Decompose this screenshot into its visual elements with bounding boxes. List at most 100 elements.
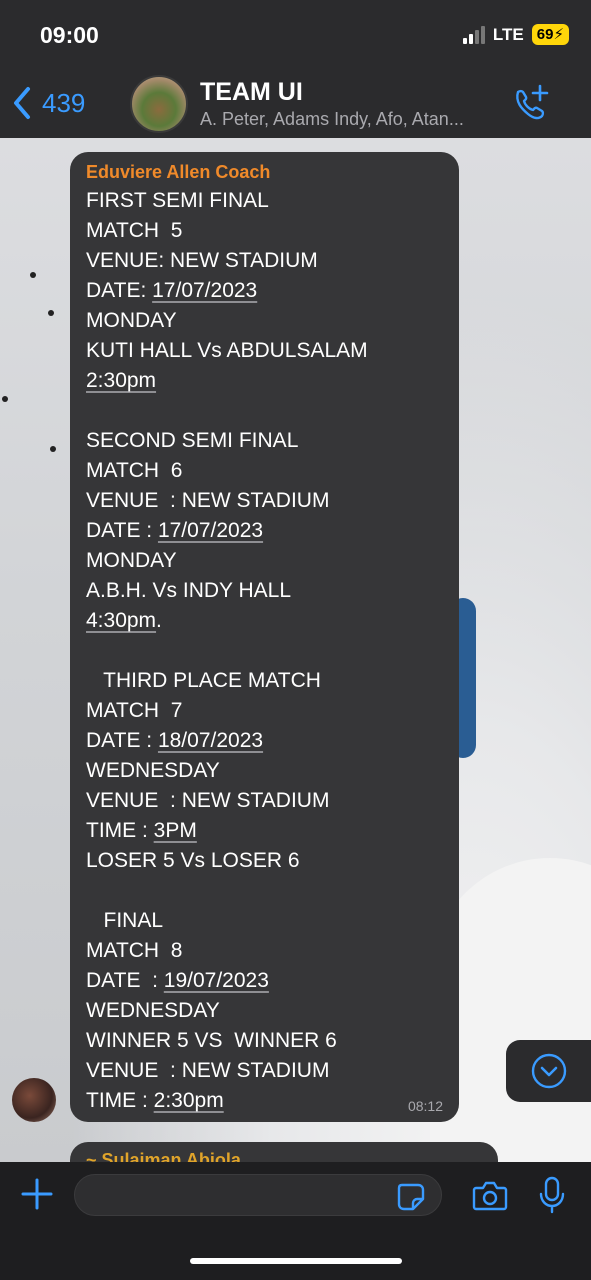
message-text: VENUE : NEW STADIUM: [86, 489, 330, 512]
group-title[interactable]: TEAM UI: [200, 78, 303, 107]
sender-avatar[interactable]: [12, 1078, 56, 1122]
message-link[interactable]: 2:30pm: [154, 1089, 224, 1112]
message-time: 08:12: [407, 1098, 443, 1114]
message-line: MATCH 5: [86, 216, 443, 246]
message-text: FIRST SEMI FINAL: [86, 189, 269, 212]
message-text: LOSER 5 Vs LOSER 6: [86, 849, 300, 872]
message-text: A.B.H. Vs INDY HALL: [86, 579, 292, 602]
message-bubble[interactable]: Eduviere Allen Coach FIRST SEMI FINAL MAT…: [70, 152, 459, 1122]
message-composer: [0, 1162, 591, 1280]
message-text: WEDNESDAY: [86, 759, 220, 782]
message-text: DATE :: [86, 969, 164, 992]
message-text: MATCH 6: [86, 459, 183, 482]
network-label: LTE: [492, 24, 524, 44]
message-link[interactable]: 19/07/2023: [164, 969, 269, 992]
chat-header: 09:00 LTE 69⚡ 439 TEAM UI A. Peter, Adam…: [0, 0, 591, 138]
message-text: .: [156, 609, 162, 632]
message-line: TIME : 2:30pm: [86, 1086, 443, 1116]
plus-icon: [21, 1178, 53, 1210]
voice-button[interactable]: [538, 1176, 566, 1219]
chevron-left-icon: [14, 87, 30, 119]
message-line: 4:30pm.: [86, 606, 443, 636]
group-members[interactable]: A. Peter, Adams Indy, Afo, Atan...: [200, 109, 492, 130]
wallpaper-detail: [2, 396, 8, 402]
message-line: DATE : 19/07/2023: [86, 966, 443, 996]
message-text: FINAL: [86, 909, 164, 932]
add-call-button[interactable]: [510, 84, 550, 129]
message-line: VENUE : NEW STADIUM: [86, 786, 443, 816]
sticker-icon: [397, 1183, 425, 1211]
message-line: DATE : 18/07/2023: [86, 726, 443, 756]
message-link[interactable]: 18/07/2023: [158, 729, 263, 752]
message-text: WEDNESDAY: [86, 999, 220, 1022]
message-line: VENUE : NEW STADIUM: [86, 1056, 443, 1086]
camera-icon: [472, 1181, 508, 1211]
message-link[interactable]: 17/07/2023: [158, 519, 263, 542]
message-line: VENUE: NEW STADIUM: [86, 246, 443, 276]
message-line: WEDNESDAY: [86, 756, 443, 786]
message-text: KUTI HALL Vs ABDULSALAM: [86, 339, 368, 362]
message-line: DATE : 17/07/2023: [86, 516, 443, 546]
message-line: VENUE : NEW STADIUM: [86, 486, 443, 516]
message-line: KUTI HALL Vs ABDULSALAM: [86, 336, 443, 366]
message-text: THIRD PLACE MATCH: [86, 669, 321, 692]
message-link[interactable]: 17/07/2023: [152, 279, 257, 302]
home-indicator: [190, 1258, 402, 1264]
signal-icon: [462, 25, 485, 44]
message-text: MONDAY: [86, 309, 177, 332]
battery-level: 69: [536, 26, 554, 43]
message-text: MATCH 5: [86, 219, 183, 242]
message-line: FIRST SEMI FINAL: [86, 186, 443, 216]
message-line: [86, 396, 443, 426]
message-text: TIME :: [86, 1089, 154, 1112]
status-time: 09:00: [40, 22, 99, 48]
microphone-icon: [539, 1176, 565, 1214]
attach-button[interactable]: [20, 1177, 54, 1216]
camera-button[interactable]: [472, 1180, 508, 1217]
message-text: MATCH 7: [86, 699, 183, 722]
sticker-button[interactable]: [396, 1182, 426, 1217]
message-text: SECOND SEMI FINAL: [86, 429, 299, 452]
message-text: DATE:: [86, 279, 153, 302]
message-text: DATE :: [86, 519, 158, 542]
group-avatar[interactable]: [130, 75, 188, 133]
chevron-down-circle-icon: [531, 1053, 566, 1089]
message-line: LOSER 5 Vs LOSER 6: [86, 846, 443, 876]
status-indicators: LTE 69⚡: [462, 24, 569, 45]
message-line: TIME : 3PM: [86, 816, 443, 846]
message-text: VENUE : NEW STADIUM: [86, 789, 330, 812]
message-text: VENUE: NEW STADIUM: [86, 249, 318, 272]
message-text: MATCH 8: [86, 939, 183, 962]
battery-icon: 69⚡: [531, 24, 569, 45]
message-text: WINNER 5 VS WINNER 6: [86, 1029, 337, 1052]
message-line: MATCH 6: [86, 456, 443, 486]
message-line: THIRD PLACE MATCH: [86, 666, 443, 696]
message-line: [86, 636, 443, 666]
message-line: WEDNESDAY: [86, 996, 443, 1026]
message-input[interactable]: [74, 1174, 442, 1216]
wallpaper-detail: [30, 272, 36, 278]
message-link[interactable]: 3PM: [154, 819, 197, 842]
message-link[interactable]: 2:30pm: [86, 369, 156, 392]
message-line: DATE: 17/07/2023: [86, 276, 443, 306]
message-line: FINAL: [86, 906, 443, 936]
back-button[interactable]: 439: [12, 86, 85, 120]
message-link[interactable]: 4:30pm: [86, 609, 156, 632]
message-line: [86, 876, 443, 906]
message-text: MONDAY: [86, 549, 177, 572]
message-line: 2:30pm: [86, 366, 443, 396]
message-sender[interactable]: Eduviere Allen Coach: [86, 160, 443, 184]
phone-plus-icon: [516, 84, 549, 120]
message-line: WINNER 5 VS WINNER 6: [86, 1026, 443, 1056]
message-text: VENUE : NEW STADIUM: [86, 1059, 330, 1082]
message-line: SECOND SEMI FINAL: [86, 426, 443, 456]
scroll-to-bottom-button[interactable]: [506, 1040, 591, 1102]
message-text: TIME :: [86, 819, 154, 842]
wallpaper-detail: [48, 310, 54, 316]
message-text: DATE :: [86, 729, 158, 752]
message-body: FIRST SEMI FINAL MATCH 5 VENUE: NEW STADIU…: [86, 186, 443, 1116]
unread-count: 439: [42, 87, 86, 118]
wallpaper-detail: [50, 446, 56, 452]
message-line: MATCH 8: [86, 936, 443, 966]
message-line: MONDAY: [86, 546, 443, 576]
